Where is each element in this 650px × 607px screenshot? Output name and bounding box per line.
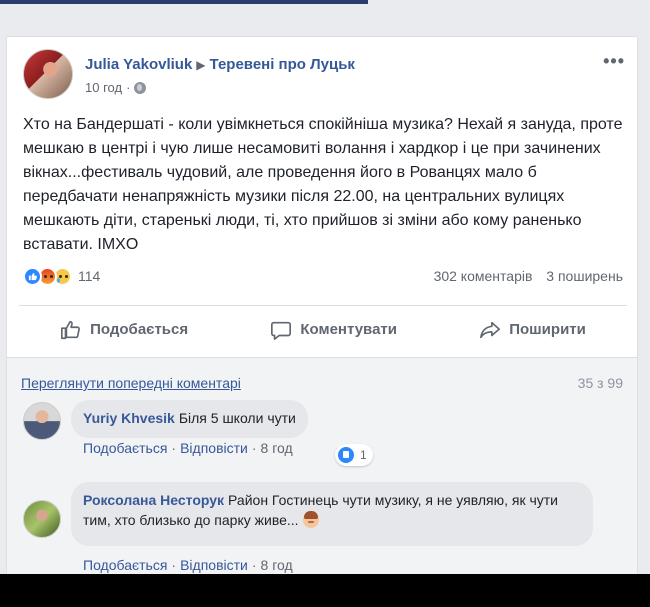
post-card: Julia Yakovliuk ▶ Теревені про Луцьк 10 го…: [6, 36, 638, 596]
post-stats: 302 коментарів 3 поширень: [424, 268, 623, 284]
comment-like-link[interactable]: Подобається: [83, 557, 167, 573]
comment-icon: [271, 321, 292, 340]
share-icon: [480, 321, 501, 338]
reactions-row: 114 302 коментарів 3 поширень: [23, 265, 623, 287]
more-options-button[interactable]: •••: [603, 51, 625, 72]
author-avatar[interactable]: [23, 49, 73, 99]
comment-text: Біля 5 школи чути: [178, 410, 296, 426]
post-time[interactable]: 10 год: [85, 80, 122, 95]
globe-icon: [134, 81, 147, 94]
comment-button[interactable]: Коментувати: [260, 313, 407, 347]
comments-section: Переглянути попередні коментарі 35 з 99 …: [7, 357, 637, 595]
comment-like-link[interactable]: Подобається: [83, 440, 167, 456]
view-previous-comments-link[interactable]: Переглянути попередні коментарі: [21, 375, 241, 391]
bottom-black-bar: [0, 574, 650, 607]
top-strip: [0, 0, 650, 14]
like-button[interactable]: Подобається: [50, 313, 198, 347]
comment-bubble: Роксолана Несторук Район Гостинець чути м…: [71, 482, 593, 546]
post-header: Julia Yakovliuk ▶ Теревені про Луцьк: [85, 56, 355, 73]
top-nav-bar: [0, 0, 368, 4]
comment-reply-link[interactable]: Відповісти: [180, 557, 248, 573]
comment-button-label: Коментувати: [300, 321, 397, 338]
comments-counter: 35 з 99: [577, 375, 623, 391]
like-button-label: Подобається: [90, 321, 189, 338]
comment-like-count: 1: [360, 448, 367, 462]
woman-face-emoji-icon: [302, 511, 319, 528]
comment-reply-link[interactable]: Відповісти: [180, 440, 248, 456]
post-meta: 10 год ·: [85, 80, 147, 95]
comment-actions: Подобається · Відповісти · 8 год: [83, 440, 293, 456]
comments-count[interactable]: 302 коментарів: [434, 268, 533, 284]
post-action-bar: Подобається Коментувати Поширити: [19, 305, 627, 353]
arrow-right-icon: ▶: [196, 58, 206, 72]
comment-bubble: Yuriy Khvesik Біля 5 школи чути: [71, 400, 308, 438]
like-badge-icon: [338, 447, 354, 463]
like-reaction-icon: [23, 266, 42, 286]
comment-actions: Подобається · Відповісти · 8 год: [83, 557, 293, 573]
share-button[interactable]: Поширити: [469, 313, 596, 347]
commenter-avatar[interactable]: [23, 402, 61, 440]
group-name[interactable]: Теревені про Луцьк: [210, 56, 355, 73]
comment-author[interactable]: Yuriy Khvesik: [83, 410, 175, 426]
post-text: Хто на Бандершаті - коли увімкнеться спо…: [23, 116, 623, 253]
comment-author[interactable]: Роксолана Несторук: [83, 492, 224, 508]
shares-count[interactable]: 3 поширень: [546, 268, 623, 284]
reaction-icons[interactable]: [23, 266, 72, 286]
comment-time[interactable]: 8 год: [261, 440, 293, 456]
comment-time[interactable]: 8 год: [261, 557, 293, 573]
thumbs-up-icon: [61, 320, 81, 339]
reaction-count[interactable]: 114: [78, 268, 100, 284]
comment-like-badge[interactable]: 1: [335, 444, 373, 466]
author-name[interactable]: Julia Yakovliuk: [85, 56, 192, 73]
share-button-label: Поширити: [509, 321, 586, 338]
commenter-avatar[interactable]: [23, 500, 61, 538]
